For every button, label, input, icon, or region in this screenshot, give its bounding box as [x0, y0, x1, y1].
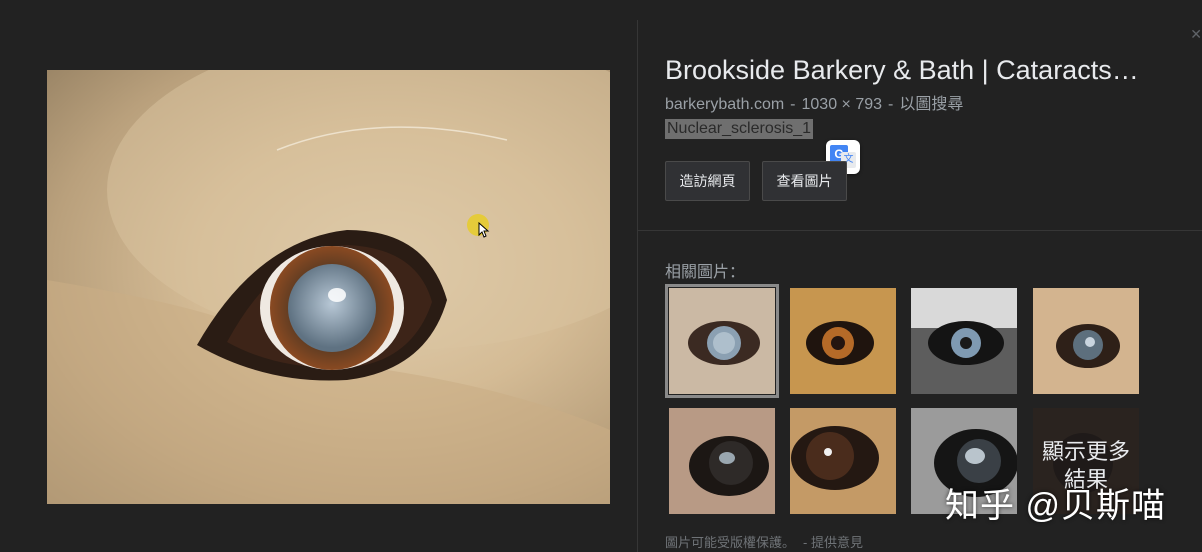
copyright-note: 圖片可能受版權保護。	[665, 535, 796, 550]
main-preview-image[interactable]	[47, 70, 610, 504]
search-by-image-link[interactable]: 以圖搜尋	[899, 96, 963, 113]
related-thumbnail[interactable]	[1033, 288, 1139, 394]
watermark: 知乎 @贝斯喵	[945, 487, 1166, 525]
panel-divider	[637, 20, 638, 552]
mouse-pointer-icon	[478, 222, 490, 238]
related-thumbnail[interactable]	[669, 408, 775, 514]
footer: 圖片可能受版權保護。 - 提供意見	[665, 532, 863, 551]
related-thumbnail[interactable]	[911, 288, 1017, 394]
result-dimensions: 1030 × 793	[801, 96, 883, 113]
related-images-label: 相關圖片：	[665, 264, 746, 281]
view-image-button[interactable]: 查看圖片	[762, 161, 847, 201]
result-title[interactable]: Brookside Barkery & Bath | Cataracts…	[665, 55, 1185, 86]
related-thumbnail[interactable]	[790, 288, 896, 394]
close-icon[interactable]: ✕	[1190, 26, 1202, 43]
visit-page-button[interactable]: 造訪網頁	[665, 161, 750, 201]
result-meta: barkerybath.com -1030 × 793- 以圖搜尋	[665, 96, 964, 113]
related-thumbnail[interactable]	[790, 408, 896, 514]
image-caption: Nuclear_sclerosis_1	[665, 119, 814, 139]
related-thumbnail[interactable]	[665, 284, 779, 398]
feedback-link[interactable]: - 提供意見	[803, 535, 863, 550]
section-divider	[638, 230, 1202, 231]
result-domain[interactable]: barkerybath.com	[665, 96, 784, 113]
